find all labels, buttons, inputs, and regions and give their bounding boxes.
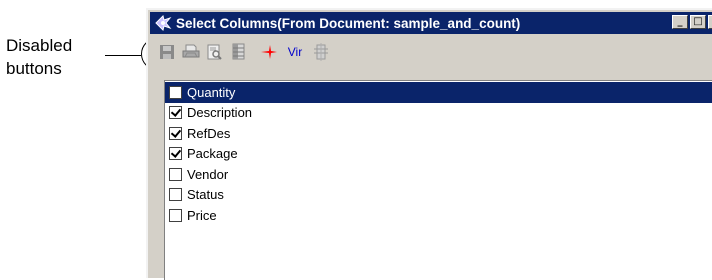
close-button[interactable]: X (708, 15, 712, 29)
list-item-label: Price (187, 207, 217, 223)
list-item-label: Quantity (187, 84, 236, 100)
callout-leader-line (105, 55, 141, 56)
select-columns-window: Select Columns(From Document: sample_and… (146, 8, 712, 280)
checkbox-refdes[interactable] (169, 126, 182, 140)
list-item-package[interactable]: Package (165, 144, 712, 165)
vir-button[interactable]: Vir (282, 45, 308, 59)
printer-icon (182, 44, 200, 58)
print-preview-icon (207, 44, 222, 60)
list-item-quantity[interactable]: Quantity (165, 82, 712, 103)
window-title: Select Columns(From Document: sample_and… (176, 15, 521, 31)
app-icon (155, 15, 172, 31)
red-star-icon (261, 45, 277, 59)
list-item-refdes[interactable]: RefDes (165, 123, 712, 144)
export-button[interactable] (228, 41, 250, 63)
checkbox-package[interactable] (169, 147, 182, 161)
checkbox-quantity[interactable] (169, 85, 182, 99)
list-item-label: RefDes (187, 125, 231, 141)
save-button[interactable] (156, 41, 178, 63)
callout-label: Disabled buttons (6, 36, 73, 78)
checkbox-vendor[interactable] (169, 167, 182, 181)
list-item-vendor[interactable]: Vendor (165, 164, 712, 185)
columns-list[interactable]: Quantity Description RefDes Package Vend… (164, 80, 712, 280)
maximize-button[interactable]: □ (690, 15, 706, 29)
floppy-disk-icon (160, 45, 174, 59)
title-bar[interactable]: Select Columns(From Document: sample_and… (150, 12, 712, 34)
clip-button[interactable] (310, 41, 332, 63)
checkbox-description[interactable] (169, 106, 182, 120)
list-item-label: Description (187, 105, 253, 121)
list-item-label: Status (187, 187, 224, 203)
spreadsheet-icon (232, 43, 245, 60)
checkbox-price[interactable] (169, 208, 182, 222)
list-item-label: Vendor (187, 166, 229, 182)
minimize-button[interactable]: _ (672, 15, 688, 29)
toolbar: Vir (150, 36, 712, 68)
print-preview-button[interactable] (204, 41, 226, 63)
checkbox-status[interactable] (169, 188, 182, 202)
list-item-description[interactable]: Description (165, 103, 712, 124)
print-button[interactable] (180, 41, 202, 63)
list-item-status[interactable]: Status (165, 185, 712, 206)
vir-label: Vir (287, 45, 303, 59)
red-star-button[interactable] (258, 41, 280, 63)
list-item-label: Package (187, 146, 238, 162)
clip-icon (314, 43, 328, 61)
list-item-price[interactable]: Price (165, 205, 712, 226)
